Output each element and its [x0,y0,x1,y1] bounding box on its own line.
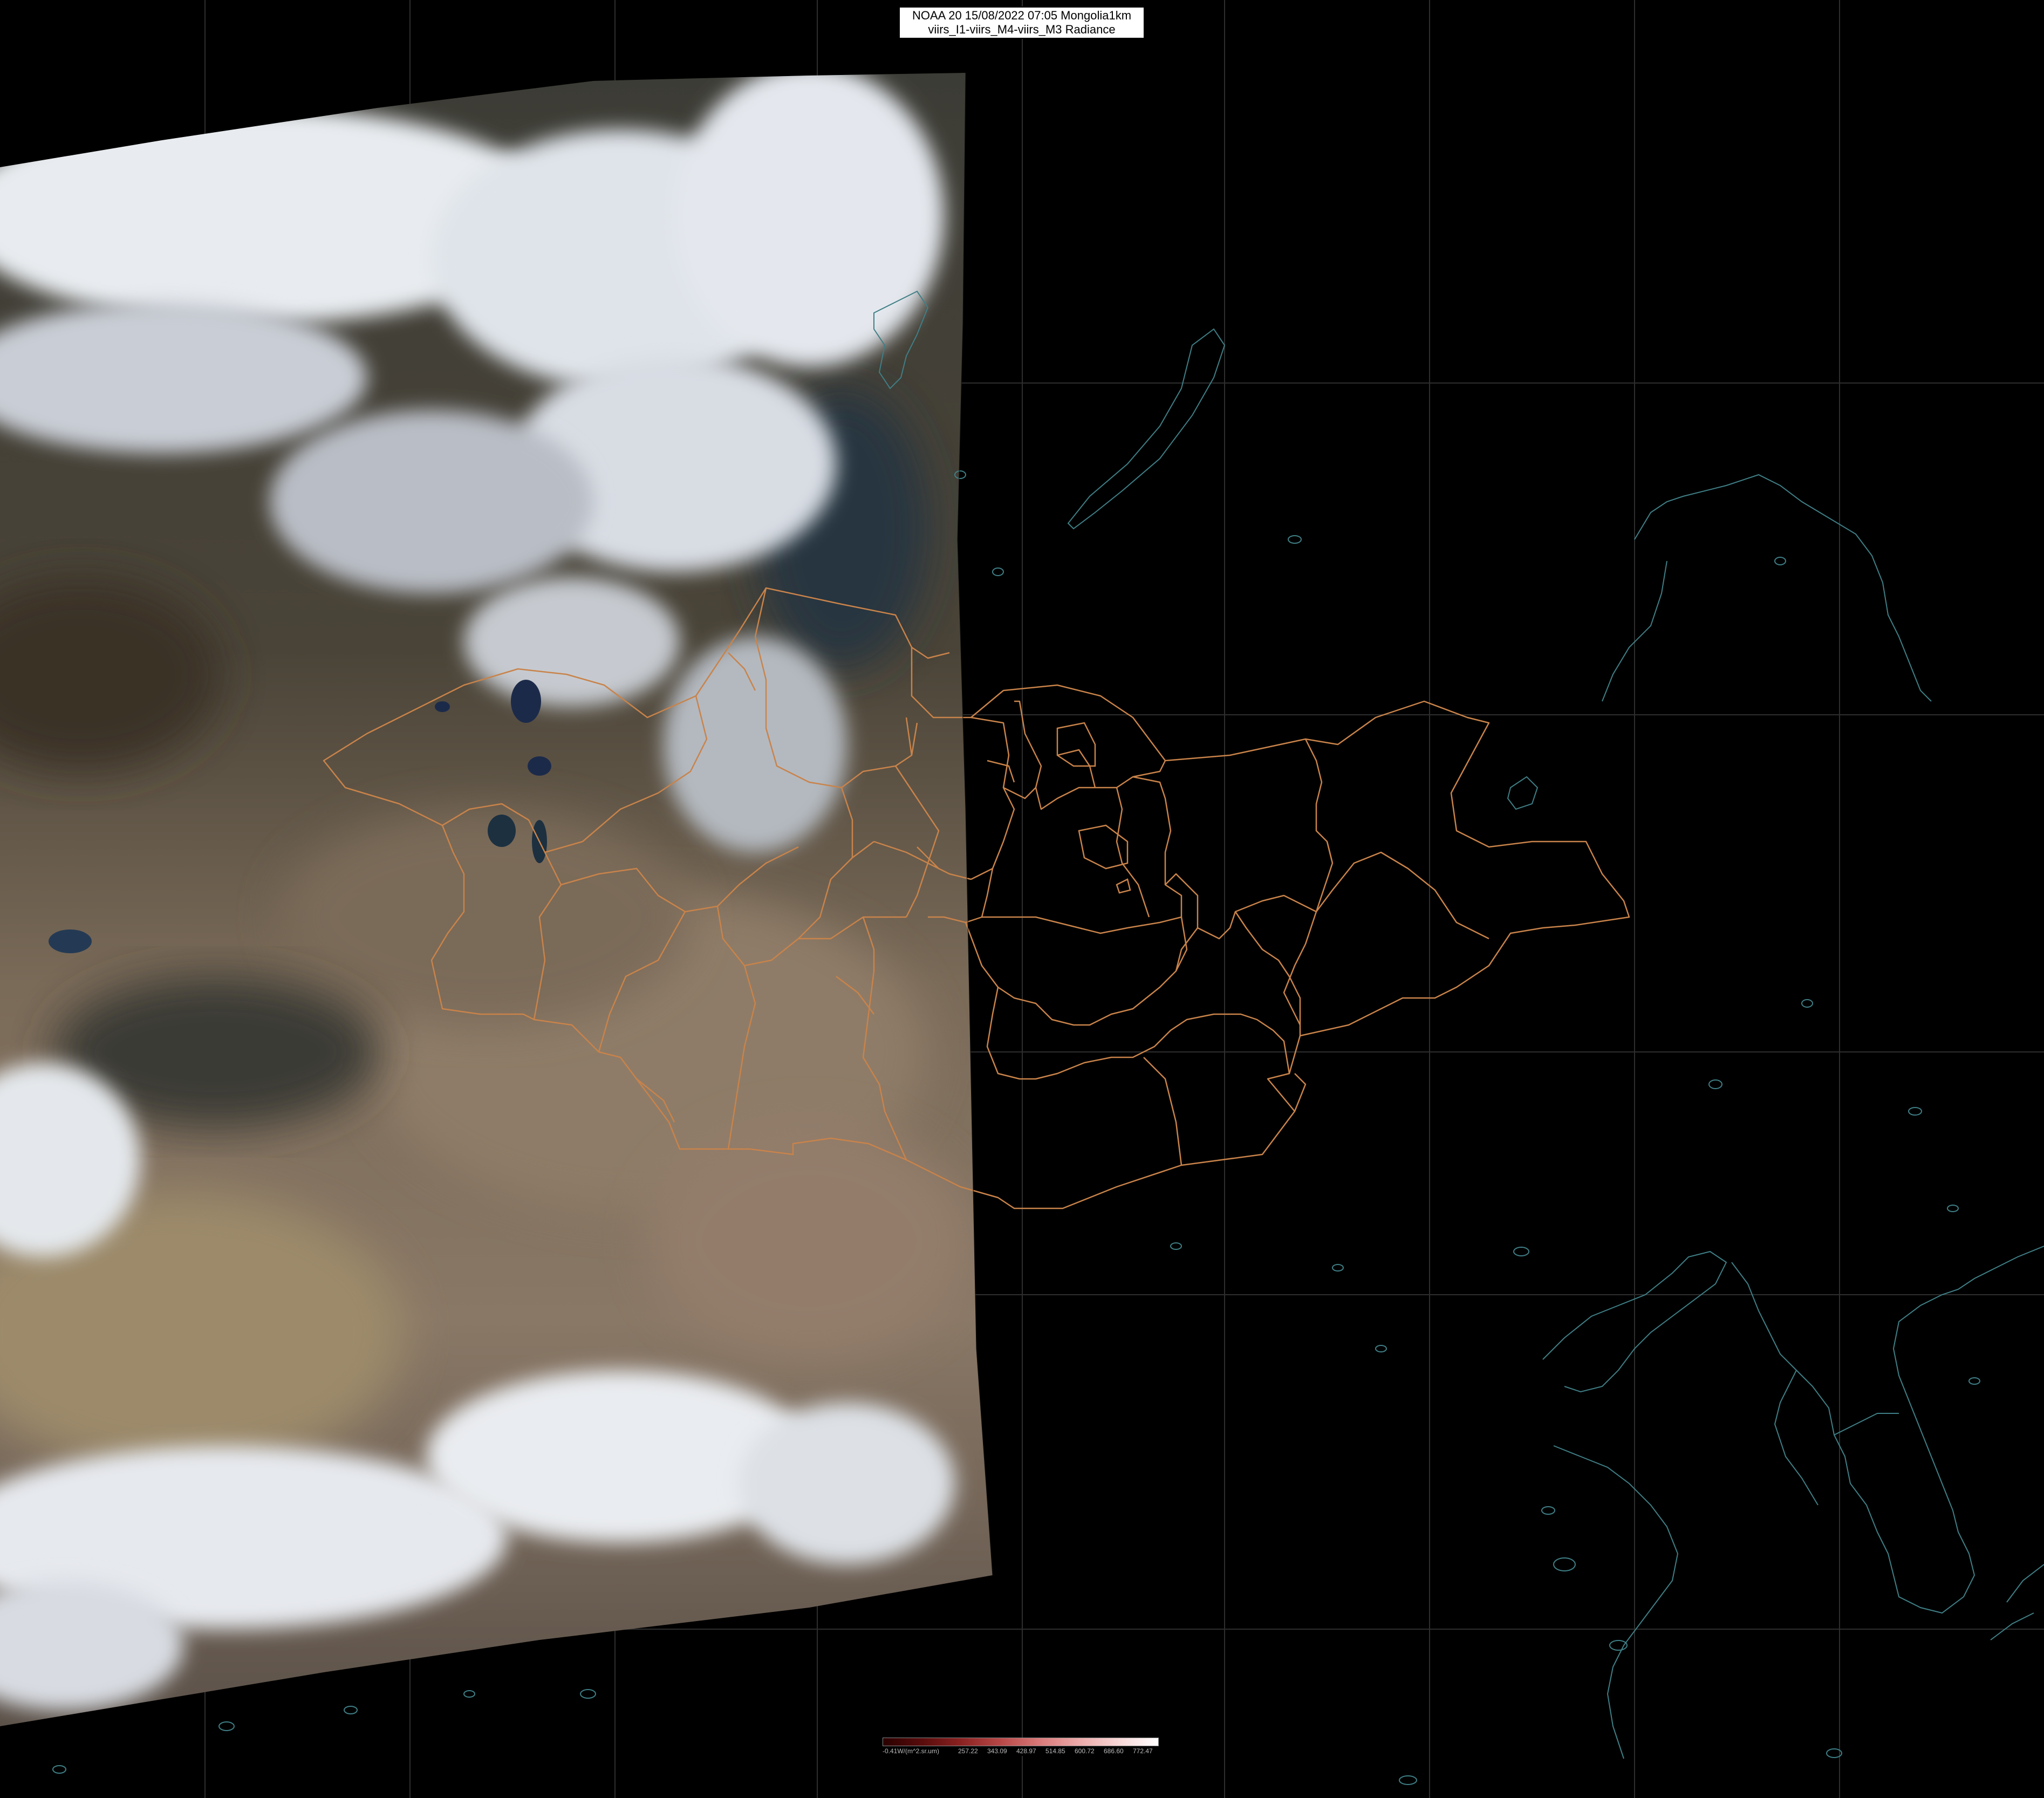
title-line-1: NOAA 20 15/08/2022 07:05 Mongolia1km [912,9,1132,22]
colorbar-tick-label: 772.47 [1133,1747,1153,1755]
colorbar-tick-label: 600.72 [1075,1747,1095,1755]
satellite-map-view[interactable] [0,0,2044,1798]
radiance-colorbar: -0.41W/(m^2.sr.um) 257.22 343.09 428.97 … [883,1738,1159,1756]
colorbar-labels: -0.41W/(m^2.sr.um) 257.22 343.09 428.97 … [883,1747,1159,1756]
colorbar-tick-label: 514.85 [1045,1747,1065,1755]
colorbar-tick-label: -0.41W/(m^2.sr.um) [883,1747,939,1755]
colorbar-tick-label: 686.60 [1104,1747,1124,1755]
image-title-box: NOAA 20 15/08/2022 07:05 Mongolia1km vii… [899,6,1145,39]
colorbar-tick-label: 257.22 [958,1747,978,1755]
colorbar-tick-label: 428.97 [1016,1747,1036,1755]
title-line-2: viirs_I1-viirs_M4-viirs_M3 Radiance [928,23,1116,36]
colorbar-ramp [883,1738,1159,1746]
colorbar-tick-label: 343.09 [987,1747,1007,1755]
province-enclaves [1056,722,1131,894]
satellite-swath [0,73,993,1726]
